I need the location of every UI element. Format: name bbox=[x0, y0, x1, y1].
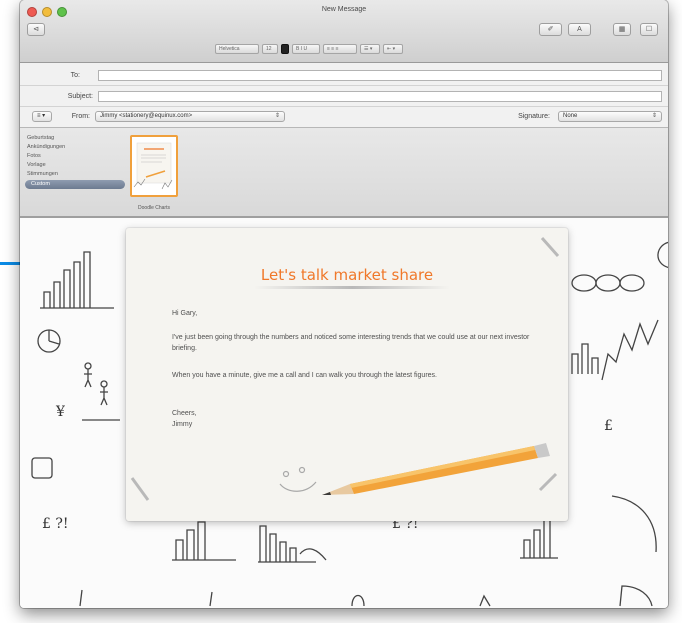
indent-button[interactable]: ⇤ ▾ bbox=[383, 44, 403, 54]
to-field[interactable] bbox=[98, 70, 662, 81]
paperclip-icon: ✐ bbox=[547, 26, 554, 33]
signature-label: Signature: bbox=[518, 113, 550, 120]
text-color-swatch[interactable] bbox=[281, 44, 289, 54]
stationery-icon: ☐ bbox=[645, 26, 653, 33]
stationery-thumbnail-caption: Doodle Charts bbox=[138, 205, 170, 211]
stationery-category-list: Geburtstag Ankündigungen Fotos Vorlage S… bbox=[25, 134, 125, 189]
alignment-buttons[interactable]: ≡ ≡ ≡ bbox=[323, 44, 357, 54]
subject-label: Subject: bbox=[67, 93, 93, 100]
text-style-buttons[interactable]: B I U bbox=[292, 44, 320, 54]
letter-paragraph: When you have a minute, give me a call a… bbox=[172, 372, 437, 379]
photo-browser-button[interactable]: ▦ bbox=[613, 23, 631, 36]
attach-button[interactable]: ✐ bbox=[539, 23, 562, 36]
popup-arrows-icon: ⇕ bbox=[651, 113, 657, 119]
stationery-button[interactable]: ☐ bbox=[640, 23, 658, 36]
letter-title: Let's talk market share bbox=[260, 266, 434, 284]
title-underline bbox=[254, 286, 450, 289]
list-button[interactable]: ☰ ▾ bbox=[360, 44, 380, 54]
signature-value: None bbox=[563, 113, 578, 119]
font-family-select[interactable]: Helvetica bbox=[215, 44, 259, 54]
popup-arrows-icon: ⇕ bbox=[274, 113, 280, 119]
format-bar: Helvetica 12 B I U ≡ ≡ ≡ ☰ ▾ ⇤ ▾ bbox=[215, 44, 403, 54]
format-button[interactable]: A bbox=[568, 23, 591, 36]
doodle-pound-question: £ ?! bbox=[42, 516, 69, 532]
pencil-doodle bbox=[322, 443, 550, 495]
photo-browser-icon: ▦ bbox=[618, 26, 626, 33]
from-select[interactable]: Jimmy <stationery@equinux.com> ⇕ bbox=[95, 111, 285, 122]
toolbar: New Message ⊲ ✐ A ▦ ☐ Helvetica 12 B I U… bbox=[20, 0, 668, 63]
doodle-bar-chart-bottom-middle bbox=[258, 525, 327, 563]
stationery-category-item[interactable]: Ankündigungen bbox=[25, 143, 125, 152]
send-icon: ⊲ bbox=[33, 26, 39, 33]
letter-closing: Cheers, bbox=[172, 410, 197, 417]
divider bbox=[20, 85, 668, 86]
send-button[interactable]: ⊲ bbox=[27, 23, 45, 36]
stationery-category-item[interactable]: Fotos bbox=[25, 152, 125, 161]
signature-select[interactable]: None ⇕ bbox=[558, 111, 662, 122]
stationery-thumbnail[interactable] bbox=[130, 135, 178, 197]
stationery-category-item[interactable]: Vorlage bbox=[25, 161, 125, 170]
doodle-coins-right bbox=[571, 274, 645, 292]
stationery-letter[interactable]: Let's talk market share Hi Gary, I've ju… bbox=[126, 228, 568, 521]
mail-compose-window: New Message ⊲ ✐ A ▦ ☐ Helvetica 12 B I U… bbox=[20, 0, 668, 608]
doodle-pound-symbol: £ bbox=[604, 418, 613, 434]
message-header: To: Subject: ≡ ▾ From: Jimmy <stationery… bbox=[20, 63, 668, 128]
stationery-category-item-selected[interactable]: Custom bbox=[25, 180, 125, 189]
message-body[interactable]: ¥ £ ?! £ ?! £ Let's talk market share Hi… bbox=[20, 218, 668, 608]
doodle-box-left bbox=[31, 457, 53, 479]
stationery-category-item[interactable]: Geburtstag bbox=[25, 134, 125, 143]
doodle-bar-chart-left-top bbox=[40, 251, 114, 309]
to-label: To: bbox=[70, 72, 80, 79]
doodle-people-chart-left bbox=[82, 362, 120, 421]
from-value: Jimmy <stationery@equinux.com> bbox=[100, 113, 193, 119]
letter-signature: Jimmy bbox=[172, 421, 193, 428]
letter-greeting: Hi Gary, bbox=[172, 310, 198, 317]
doodle-bottom-row bbox=[79, 585, 653, 607]
doodle-circle-top-right bbox=[657, 241, 668, 268]
font-size-select[interactable]: 12 bbox=[262, 44, 278, 54]
format-icon: A bbox=[577, 26, 582, 33]
doodle-bar-chart-bottom-left bbox=[172, 521, 236, 561]
doodle-line-chart-right bbox=[571, 319, 659, 381]
thumbnail-preview bbox=[133, 142, 173, 190]
stationery-category-item[interactable]: Stimmungen bbox=[25, 170, 125, 179]
doodle-pie-chart-bottom-right bbox=[611, 495, 657, 553]
smiley-doodle bbox=[279, 466, 317, 492]
window-title: New Message bbox=[321, 6, 367, 13]
from-label: From: bbox=[71, 113, 90, 120]
subject-field[interactable] bbox=[98, 91, 662, 102]
stationery-pane: Geburtstag Ankündigungen Fotos Vorlage S… bbox=[20, 128, 668, 218]
doodle-yen-symbol: ¥ bbox=[56, 404, 65, 420]
doodle-pie-chart-left bbox=[37, 329, 61, 353]
letter-paragraph: I've just been going through the numbers… bbox=[172, 334, 530, 352]
divider bbox=[20, 106, 668, 107]
